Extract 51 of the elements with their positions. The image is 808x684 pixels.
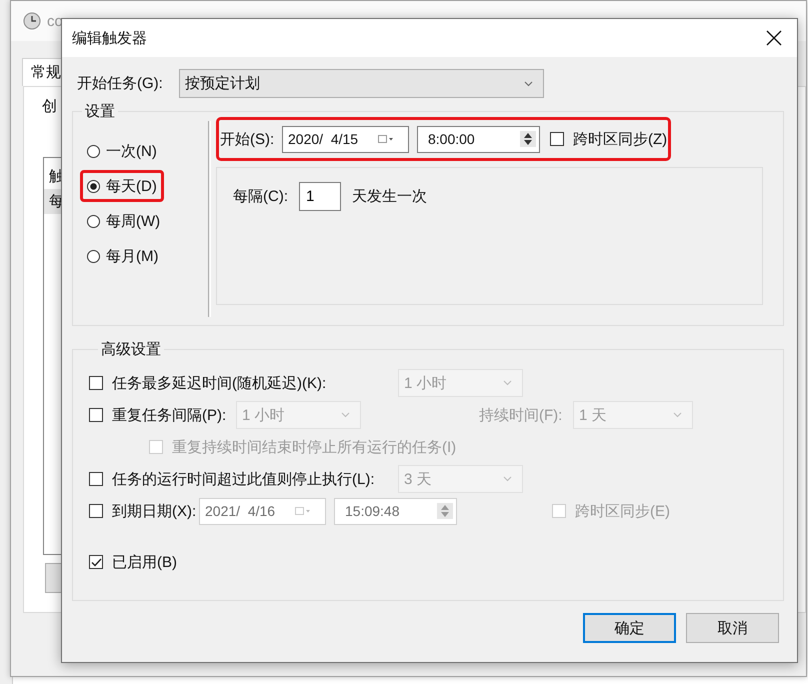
caret-icon xyxy=(503,476,512,482)
option-label[interactable]: 每月(M) xyxy=(106,246,158,266)
calendar-icon xyxy=(295,506,311,516)
radio-button[interactable] xyxy=(87,250,100,262)
checkbox[interactable] xyxy=(89,408,103,422)
option-label[interactable]: 重复任务间隔(P): xyxy=(112,406,236,424)
dialog-button[interactable]: 确定 xyxy=(583,613,676,643)
option-label[interactable]: 一次(N) xyxy=(106,142,157,160)
group-title: 设置 xyxy=(84,102,116,121)
time-field[interactable]: 8:00:00 xyxy=(417,126,540,152)
spin-control[interactable] xyxy=(520,131,536,147)
checkbox[interactable] xyxy=(89,504,103,518)
caret-icon xyxy=(341,412,350,418)
field-label: 每隔(C): xyxy=(233,187,289,206)
checkbox[interactable] xyxy=(89,376,103,390)
option-label[interactable]: 任务的运行时间超过此值则停止执行(L): xyxy=(112,470,398,488)
dropdown[interactable]: 按预定计划 xyxy=(179,69,544,98)
number-field[interactable]: 1 xyxy=(299,182,341,211)
field-label: 开始任务(G): xyxy=(77,74,164,93)
clock-icon xyxy=(23,12,41,30)
arrow-up-icon xyxy=(524,133,532,138)
option-label[interactable]: 已启用(B) xyxy=(112,552,177,572)
radio-button[interactable] xyxy=(87,214,100,228)
radio-button[interactable] xyxy=(87,144,100,158)
date-field[interactable]: 2021/ 4/16 xyxy=(199,498,326,524)
time-field[interactable]: 15:09:48 xyxy=(334,498,457,524)
caret-icon xyxy=(503,380,512,386)
close-icon[interactable] xyxy=(766,30,782,46)
option-label[interactable]: 到期日期(X): xyxy=(112,502,199,520)
checkbox[interactable] xyxy=(89,472,103,486)
radio-button[interactable] xyxy=(87,180,100,192)
field-label: 开始(S): xyxy=(220,130,276,148)
caret-icon xyxy=(673,412,682,418)
option-label[interactable]: 每周(W) xyxy=(106,212,160,230)
arrow-up-icon xyxy=(441,505,449,510)
caret-icon xyxy=(524,80,533,86)
field-label: 天发生一次 xyxy=(352,187,427,206)
arrow-down-icon xyxy=(441,512,449,517)
dialog-button[interactable]: 取消 xyxy=(686,613,779,643)
option-label[interactable]: 任务最多延迟时间(随机延迟)(K): xyxy=(112,374,398,392)
arrow-down-icon xyxy=(524,140,532,145)
window-title: 编辑触发器 xyxy=(72,28,147,48)
option-label[interactable]: 跨时区同步(Z) xyxy=(573,130,668,148)
date-field[interactable]: 2020/ 4/15 xyxy=(282,126,409,152)
checkbox[interactable] xyxy=(550,132,564,146)
group-title: 高级设置 xyxy=(100,340,162,359)
field-label: 持续时间(F): xyxy=(479,406,564,424)
checkbox[interactable] xyxy=(89,555,103,569)
calendar-icon xyxy=(378,134,394,144)
option-label[interactable]: 每天(D) xyxy=(106,176,157,196)
section-label: 创 xyxy=(42,97,57,116)
